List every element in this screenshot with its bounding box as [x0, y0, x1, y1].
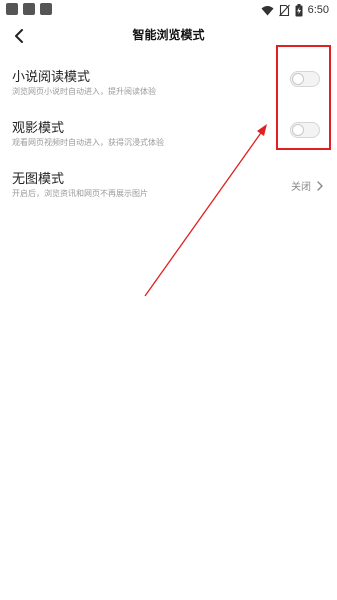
status-bar: 6:50	[0, 0, 337, 20]
no-image-mode-value[interactable]: 关闭	[291, 178, 323, 193]
battery-charging-icon	[295, 3, 303, 16]
wifi-icon	[261, 5, 274, 15]
chevron-right-icon	[317, 180, 323, 191]
highlight-box	[276, 45, 331, 150]
setting-no-image-mode[interactable]: 无图模式 开启后，浏览资讯和网页不再展示图片 关闭	[0, 168, 337, 212]
setting-title: 观影模式	[12, 121, 65, 136]
setting-value: 关闭	[291, 182, 311, 193]
notification-icon	[40, 3, 52, 15]
setting-title: 无图模式	[12, 172, 65, 187]
setting-description: 观看网页视频时自动进入，获得沉浸式体验	[12, 138, 164, 147]
setting-title: 小说阅读模式	[12, 70, 91, 85]
notification-icon	[23, 3, 35, 15]
page-title: 智能浏览模式	[132, 28, 205, 42]
notification-icon	[6, 3, 18, 15]
setting-description: 浏览网页小说时自动进入，提升阅读体验	[12, 87, 156, 96]
no-sim-icon	[278, 4, 290, 16]
status-time: 6:50	[307, 4, 329, 16]
setting-description: 开启后，浏览资讯和网页不再展示图片	[12, 189, 148, 198]
